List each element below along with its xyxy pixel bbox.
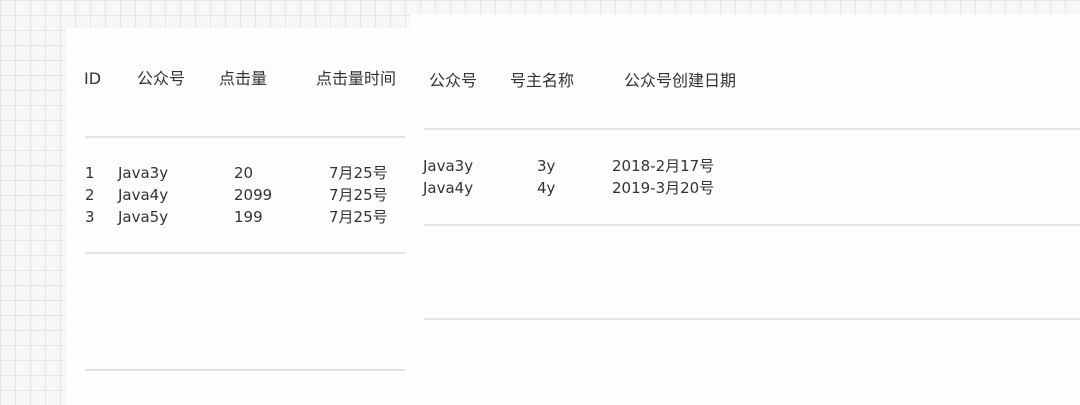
left-cell-clicks: 199 [234, 208, 263, 226]
right-cell-account: Java3y [423, 157, 474, 175]
left-cell-account: Java4y [118, 186, 169, 204]
left-cell-clicks: 20 [234, 164, 254, 182]
left-cell-id: 2 [85, 186, 95, 204]
left-header-click-time: 点击量时间 [316, 69, 397, 88]
left-cell-click-time: 7月25号 [329, 186, 388, 204]
left-cell-click-time: 7月25号 [329, 208, 388, 226]
left-header-id: ID [84, 69, 102, 88]
left-cell-id: 1 [85, 164, 95, 182]
left-cell-click-time: 7月25号 [329, 164, 388, 182]
left-body-divider [85, 252, 405, 254]
left-cell-account: Java3y [118, 164, 169, 182]
right-header-created-date: 公众号创建日期 [624, 71, 737, 90]
left-cell-id: 3 [85, 208, 95, 226]
right-cell-owner-name: 3y [537, 157, 556, 175]
right-cell-account: Java4y [423, 179, 474, 197]
right-body-divider [424, 224, 1080, 226]
left-header-divider [85, 136, 405, 138]
right-header-owner-name: 号主名称 [510, 71, 575, 90]
left-header-account: 公众号 [137, 69, 186, 88]
right-cell-created-date: 2019-3月20号 [612, 179, 715, 197]
right-header-divider [424, 128, 1080, 130]
left-cell-clicks: 2099 [234, 186, 273, 204]
left-header-clicks: 点击量 [219, 69, 268, 88]
right-cell-owner-name: 4y [537, 179, 556, 197]
right-header-account: 公众号 [429, 71, 478, 90]
left-cell-account: Java5y [118, 208, 169, 226]
right-cell-created-date: 2018-2月17号 [612, 157, 715, 175]
left-bottom-divider [85, 369, 405, 371]
right-bottom-divider [424, 318, 1080, 320]
